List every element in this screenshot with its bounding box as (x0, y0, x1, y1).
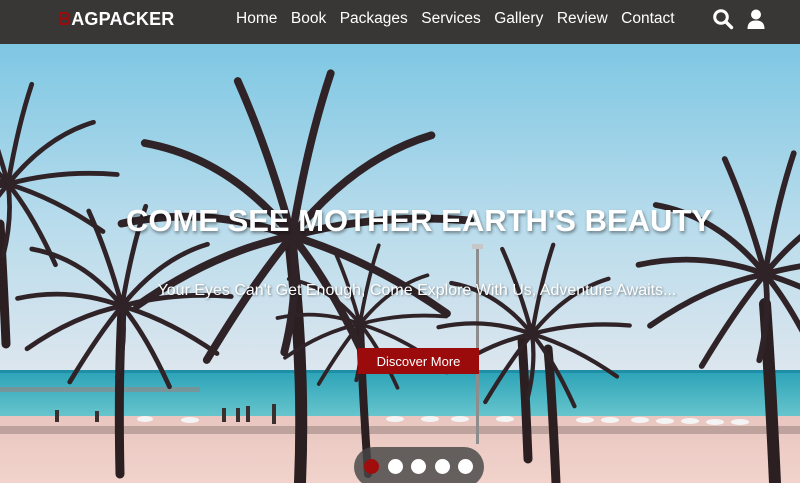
slider-dot-1[interactable] (364, 459, 379, 474)
search-icon[interactable] (712, 8, 734, 30)
slider-dot-3[interactable] (411, 459, 426, 474)
nav-link-services[interactable]: Services (421, 9, 480, 29)
discover-more-button[interactable]: Discover More (358, 348, 479, 374)
slider-dot-2[interactable] (387, 459, 403, 474)
hero-background-image (0, 44, 800, 483)
navbar: BAGPACKER Home Book Packages Services Ga… (0, 0, 800, 44)
logo-first-letter: B (58, 9, 72, 29)
slider-dot-4[interactable] (434, 459, 450, 474)
logo-text: AGPACKER (71, 9, 175, 29)
nav-link-gallery[interactable]: Gallery (494, 9, 543, 29)
user-icon[interactable] (745, 8, 767, 30)
nav-link-contact[interactable]: Contact (621, 9, 674, 29)
nav-link-home[interactable]: Home (236, 9, 277, 29)
nav-link-book[interactable]: Book (291, 9, 326, 29)
slider-dot-5[interactable] (458, 459, 473, 474)
hero-tagline: Your Eyes Can't Get Enough, Come Explore… (157, 282, 677, 299)
slider-pagination (354, 447, 484, 483)
nav-links: Home Book Packages Services Gallery Revi… (236, 9, 688, 29)
nav-link-review[interactable]: Review (557, 9, 608, 29)
hero-headline: COME SEE MOTHER EARTH'S BEAUTY (125, 203, 713, 238)
nav-link-packages[interactable]: Packages (340, 9, 408, 29)
hero-banner: COME SEE MOTHER EARTH'S BEAUTY Your Eyes… (0, 44, 800, 483)
brand-logo[interactable]: BAGPACKER (58, 9, 174, 30)
